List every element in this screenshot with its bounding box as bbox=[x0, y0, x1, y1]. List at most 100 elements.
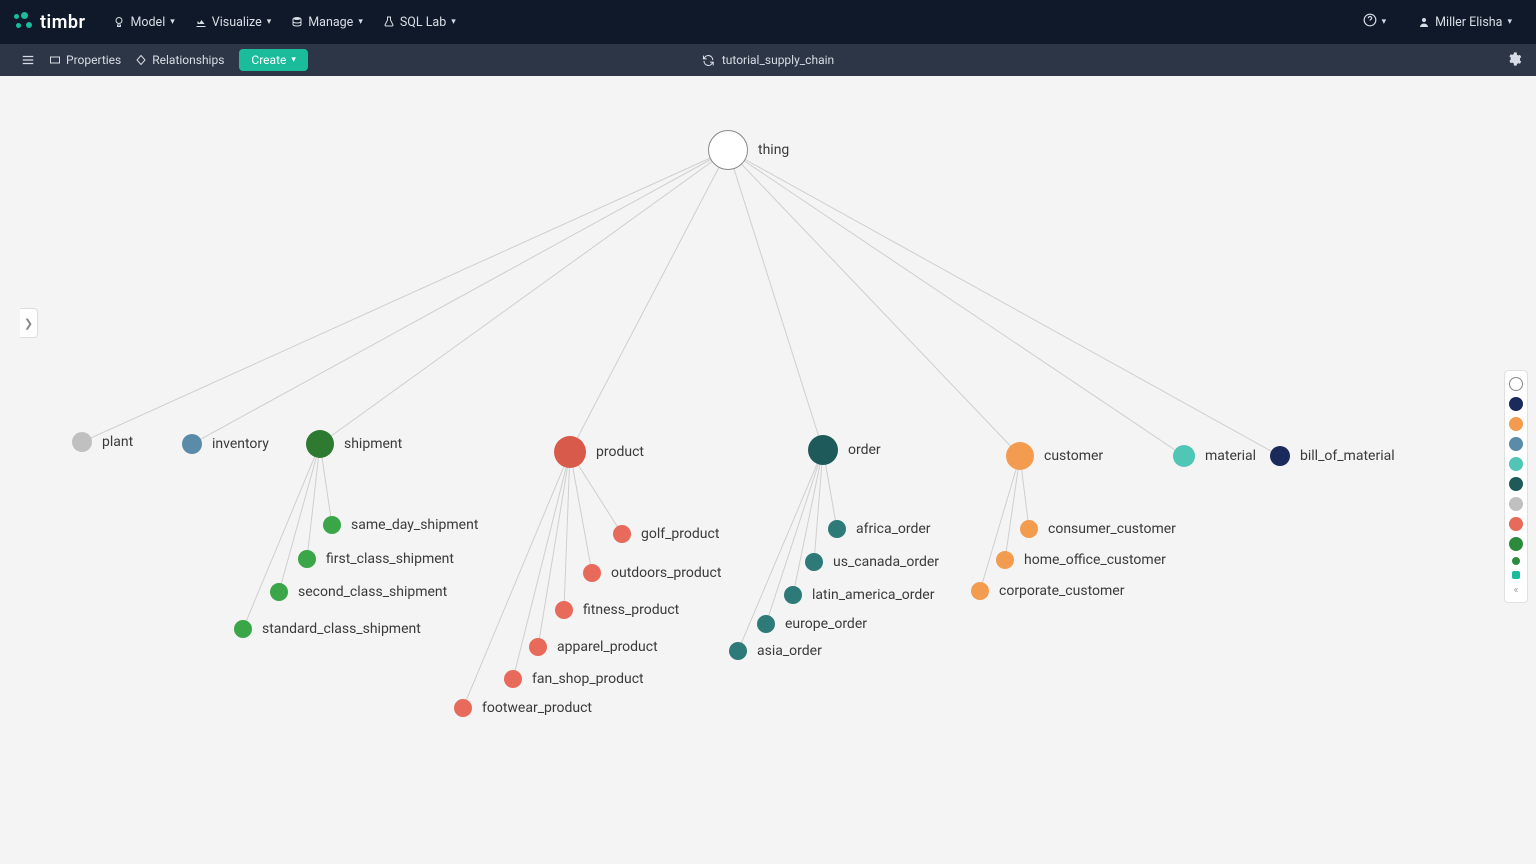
node-circle bbox=[805, 553, 823, 571]
user-menu[interactable]: Miller Elisha▾ bbox=[1408, 15, 1522, 30]
legend-dot-1[interactable] bbox=[1509, 397, 1523, 411]
node-us_canada_order[interactable]: us_canada_order bbox=[805, 553, 939, 571]
flask-icon bbox=[383, 16, 395, 28]
node-footwear_product[interactable]: footwear_product bbox=[454, 699, 592, 717]
node-circle bbox=[554, 436, 586, 468]
nav-manage[interactable]: Manage▾ bbox=[281, 15, 373, 30]
node-customer[interactable]: customer bbox=[1006, 442, 1103, 470]
node-europe_order[interactable]: europe_order bbox=[757, 615, 867, 633]
node-latin_america_order[interactable]: latin_america_order bbox=[784, 586, 934, 604]
legend-dot-6[interactable] bbox=[1509, 497, 1523, 511]
node-inventory[interactable]: inventory bbox=[182, 434, 269, 454]
node-plant[interactable]: plant bbox=[72, 432, 133, 452]
legend-dot-0[interactable] bbox=[1509, 377, 1523, 391]
node-second_class_shipment[interactable]: second_class_shipment bbox=[270, 583, 447, 601]
node-circle bbox=[784, 586, 802, 604]
chevron-down-icon: ▾ bbox=[358, 17, 363, 27]
node-circle bbox=[298, 550, 316, 568]
legend-dot-2[interactable] bbox=[1509, 417, 1523, 431]
node-label: home_office_customer bbox=[1024, 552, 1166, 568]
node-thing[interactable]: thing bbox=[708, 130, 789, 170]
node-product[interactable]: product bbox=[554, 436, 644, 468]
main-header: timbr Model▾ Visualize▾ Manage▾ SQL Lab▾… bbox=[0, 0, 1536, 44]
help-dropdown[interactable]: ▾ bbox=[1353, 13, 1397, 31]
node-consumer_customer[interactable]: consumer_customer bbox=[1020, 520, 1176, 538]
diamond-icon bbox=[135, 54, 147, 66]
expand-sidebar-tab[interactable]: ❯ bbox=[20, 308, 38, 338]
node-circle bbox=[1270, 446, 1290, 466]
node-home_office_customer[interactable]: home_office_customer bbox=[996, 551, 1166, 569]
settings-button[interactable] bbox=[1506, 51, 1522, 70]
logo-text: timbr bbox=[40, 12, 85, 33]
logo[interactable]: timbr bbox=[14, 12, 85, 33]
legend-collapse[interactable]: « bbox=[1514, 585, 1519, 596]
node-first_class_shipment[interactable]: first_class_shipment bbox=[298, 550, 454, 568]
sub-header: Properties Relationships Create▾ tutoria… bbox=[0, 44, 1536, 76]
database-icon bbox=[291, 16, 303, 28]
node-asia_order[interactable]: asia_order bbox=[729, 642, 822, 660]
rectangle-icon bbox=[49, 54, 61, 66]
node-circle bbox=[270, 583, 288, 601]
node-circle bbox=[729, 642, 747, 660]
chevron-down-icon: ▾ bbox=[170, 17, 175, 27]
node-standard_class_shipment[interactable]: standard_class_shipment bbox=[234, 620, 421, 638]
node-circle bbox=[808, 435, 838, 465]
chevron-down-icon: ▾ bbox=[1382, 17, 1387, 27]
legend-mini-1[interactable] bbox=[1512, 571, 1520, 579]
legend-mini-0[interactable] bbox=[1512, 557, 1520, 565]
node-circle bbox=[529, 638, 547, 656]
help-icon bbox=[1363, 13, 1377, 31]
chevron-down-icon: ▾ bbox=[451, 17, 456, 27]
legend-dot-3[interactable] bbox=[1509, 437, 1523, 451]
node-label: customer bbox=[1044, 448, 1103, 464]
node-fan_shop_product[interactable]: fan_shop_product bbox=[504, 670, 644, 688]
node-circle bbox=[72, 432, 92, 452]
legend-dot-8[interactable] bbox=[1509, 537, 1523, 551]
node-same_day_shipment[interactable]: same_day_shipment bbox=[323, 516, 478, 534]
node-label: us_canada_order bbox=[833, 554, 939, 570]
node-order[interactable]: order bbox=[808, 435, 881, 465]
nav-visualize[interactable]: Visualize▾ bbox=[185, 15, 281, 30]
graph-canvas[interactable]: ❯ thing plant inventory shipment product orde… bbox=[20, 76, 1536, 864]
node-circle bbox=[504, 670, 522, 688]
relationships-toggle[interactable]: Relationships bbox=[128, 53, 231, 67]
legend-dot-5[interactable] bbox=[1509, 477, 1523, 491]
node-label: bill_of_material bbox=[1300, 448, 1395, 464]
node-label: standard_class_shipment bbox=[262, 621, 421, 637]
hamburger-button[interactable] bbox=[14, 53, 42, 67]
node-apparel_product[interactable]: apparel_product bbox=[529, 638, 658, 656]
node-circle bbox=[828, 520, 846, 538]
node-corporate_customer[interactable]: corporate_customer bbox=[971, 582, 1124, 600]
node-bill_of_material[interactable]: bill_of_material bbox=[1270, 446, 1395, 466]
node-label: first_class_shipment bbox=[326, 551, 454, 567]
node-label: asia_order bbox=[757, 643, 822, 659]
chart-icon bbox=[195, 16, 207, 28]
nav-model[interactable]: Model▾ bbox=[103, 15, 184, 30]
node-fitness_product[interactable]: fitness_product bbox=[555, 601, 679, 619]
context-title: tutorial_supply_chain bbox=[702, 53, 834, 67]
node-africa_order[interactable]: africa_order bbox=[828, 520, 931, 538]
node-circle bbox=[971, 582, 989, 600]
user-icon bbox=[1418, 16, 1430, 28]
create-button[interactable]: Create▾ bbox=[239, 49, 307, 71]
node-golf_product[interactable]: golf_product bbox=[613, 525, 719, 543]
legend-dot-4[interactable] bbox=[1509, 457, 1523, 471]
refresh-icon[interactable] bbox=[702, 54, 715, 67]
properties-toggle[interactable]: Properties bbox=[42, 53, 128, 67]
node-material[interactable]: material bbox=[1173, 445, 1256, 467]
node-label: outdoors_product bbox=[611, 565, 721, 581]
node-circle bbox=[1006, 442, 1034, 470]
nav-sqllab[interactable]: SQL Lab▾ bbox=[373, 15, 466, 30]
node-circle bbox=[757, 615, 775, 633]
node-shipment[interactable]: shipment bbox=[306, 430, 402, 458]
node-label: material bbox=[1205, 448, 1256, 464]
node-circle bbox=[306, 430, 334, 458]
node-circle bbox=[323, 516, 341, 534]
node-label: europe_order bbox=[785, 616, 867, 632]
logo-icon bbox=[14, 12, 34, 32]
node-outdoors_product[interactable]: outdoors_product bbox=[583, 564, 721, 582]
legend-panel: « bbox=[1504, 370, 1528, 603]
legend-dot-7[interactable] bbox=[1509, 517, 1523, 531]
node-label: shipment bbox=[344, 436, 402, 452]
node-label: same_day_shipment bbox=[351, 517, 478, 533]
